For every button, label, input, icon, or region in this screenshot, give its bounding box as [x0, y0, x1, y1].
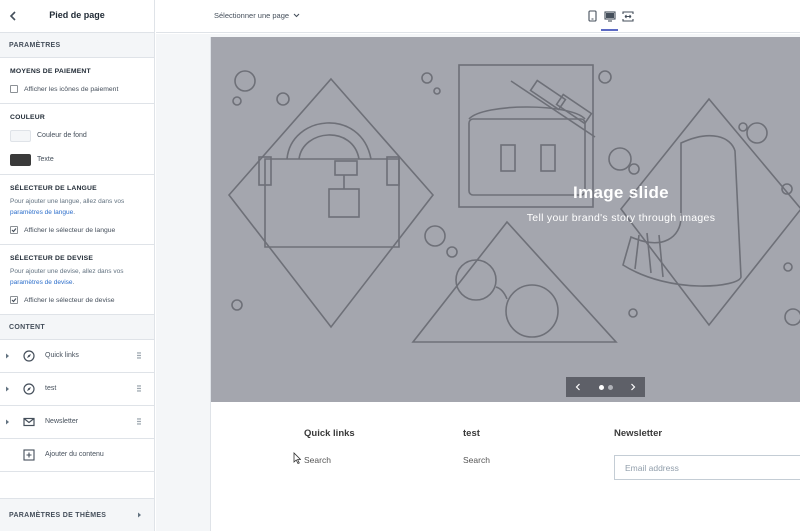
currency-desc-text: Pour ajouter une devise, allez dans vos	[10, 268, 124, 275]
currency-checkbox-row[interactable]: Afficher le sélecteur de devise	[10, 294, 144, 306]
page-select-label: Sélectionner une page	[214, 11, 290, 20]
currency-desc-end: .	[72, 279, 75, 286]
footer-col-title: Quick links	[304, 428, 355, 439]
bg-color-label: Couleur de fond	[37, 132, 87, 139]
content-item-label: Newsletter	[45, 418, 79, 425]
payment-title: MOYENS DE PAIEMENT	[10, 68, 91, 75]
currency-desc: Pour ajouter une devise, allez dans vos …	[10, 266, 144, 288]
footer-search-link[interactable]: Search	[304, 455, 331, 465]
caret-right-icon[interactable]	[5, 353, 10, 359]
language-desc-end: .	[73, 209, 76, 216]
footer-col-title: Newsletter	[614, 428, 663, 439]
settings-section-header: PARAMÈTRES	[0, 33, 154, 58]
bg-color-row[interactable]: Couleur de fond	[10, 129, 144, 142]
currency-checkbox[interactable]	[10, 296, 18, 304]
compass-icon	[23, 350, 35, 362]
color-group: COULEUR Couleur de fond Texte	[0, 104, 154, 175]
caret-right-icon[interactable]	[5, 419, 10, 425]
currency-title: SÉLECTEUR DE DEVISE	[10, 255, 94, 262]
footer-search-link[interactable]: Search	[463, 455, 490, 465]
bg-color-swatch[interactable]	[10, 129, 31, 142]
color-title: COULEUR	[10, 114, 46, 121]
language-checkbox[interactable]	[10, 226, 18, 234]
mobile-view-button[interactable]	[585, 9, 599, 23]
language-group: SÉLECTEUR DE LANGUE Pour ajouter une lan…	[0, 175, 154, 245]
add-content-label: Ajouter du contenu	[45, 451, 104, 458]
text-color-swatch[interactable]	[10, 153, 31, 166]
mouse-cursor-icon	[293, 452, 301, 464]
newsletter-email-input[interactable]: Email address	[614, 455, 800, 480]
currency-settings-link[interactable]: paramètres de devise	[10, 279, 73, 286]
hero-subtitle: Tell your brand's story through images	[526, 212, 716, 224]
sidebar: Pied de page PARAMÈTRES MOYENS DE PAIEME…	[0, 0, 155, 531]
checkmark-icon	[11, 298, 17, 303]
content-section-header: CONTENT	[0, 315, 154, 340]
desktop-icon	[604, 10, 616, 22]
language-desc-text: Pour ajouter une langue, allez dans vos	[10, 198, 125, 205]
language-desc: Pour ajouter une langue, allez dans vos …	[10, 196, 144, 218]
text-color-label: Texte	[37, 156, 54, 163]
chevron-left-icon[interactable]	[575, 383, 581, 391]
theme-settings-button[interactable]: PARAMÈTRES DE THÈMES	[0, 498, 154, 531]
add-section-icon	[23, 449, 35, 461]
slideshow-controls	[566, 377, 645, 397]
desktop-view-button[interactable]	[603, 9, 617, 23]
content-item-quick-links[interactable]: Quick links	[0, 340, 154, 373]
active-device-indicator	[601, 29, 618, 31]
sidebar-header: Pied de page	[0, 0, 154, 33]
content-item-label: test	[45, 385, 57, 392]
slide-dot-active[interactable]	[598, 384, 604, 390]
fullscreen-icon	[622, 10, 634, 22]
chevron-down-icon	[293, 13, 300, 18]
payment-icons-label: Afficher les icônes de paiement	[24, 85, 119, 93]
drag-handle-icon[interactable]	[137, 418, 141, 425]
add-content-button[interactable]: Ajouter du contenu	[0, 439, 154, 472]
mail-icon	[23, 417, 35, 427]
newsletter-placeholder: Email address	[625, 462, 679, 473]
slide-dot[interactable]	[607, 384, 613, 390]
language-settings-link[interactable]: paramètres de langue	[10, 209, 73, 216]
footer-col-title: test	[463, 428, 480, 439]
language-checkbox-row[interactable]: Afficher le sélecteur de langue	[10, 224, 144, 236]
fullscreen-view-button[interactable]	[621, 9, 635, 23]
slide-dots	[598, 384, 613, 390]
chevron-right-icon[interactable]	[630, 383, 636, 391]
content-item-label: Quick links	[45, 352, 79, 359]
drag-handle-icon[interactable]	[137, 352, 141, 359]
payment-icons-checkbox-row[interactable]: Afficher les icônes de paiement	[10, 83, 144, 95]
hero-title: Image slide	[573, 183, 669, 202]
currency-group: SÉLECTEUR DE DEVISE Pour ajouter une dev…	[0, 245, 154, 315]
theme-settings-label: PARAMÈTRES DE THÈMES	[9, 512, 107, 519]
payment-group: MOYENS DE PAIEMENT Afficher les icônes d…	[0, 58, 154, 104]
page-select-dropdown[interactable]: Sélectionner une page	[214, 11, 300, 20]
currency-checkbox-label: Afficher le sélecteur de devise	[24, 296, 115, 304]
topbar: Sélectionner une page	[156, 0, 800, 33]
drag-handle-icon[interactable]	[137, 385, 141, 392]
text-color-row[interactable]: Texte	[10, 153, 144, 166]
caret-right-icon[interactable]	[5, 386, 10, 392]
store-footer: Quick links Search test Search Newslette…	[211, 402, 800, 531]
mobile-icon	[587, 10, 597, 22]
language-checkbox-label: Afficher le sélecteur de langue	[24, 226, 116, 234]
checkmark-icon	[11, 228, 17, 233]
payment-icons-checkbox[interactable]	[10, 85, 18, 93]
compass-icon	[23, 383, 35, 395]
store-preview: Image slide Tell your brand's story thro…	[210, 37, 800, 531]
content-item-newsletter[interactable]: Newsletter	[0, 406, 154, 439]
sidebar-title: Pied de page	[49, 10, 105, 20]
content-item-test[interactable]: test	[0, 373, 154, 406]
caret-right-icon	[138, 512, 141, 518]
hero-slideshow[interactable]: Image slide Tell your brand's story thro…	[211, 37, 800, 402]
language-title: SÉLECTEUR DE LANGUE	[10, 185, 97, 192]
